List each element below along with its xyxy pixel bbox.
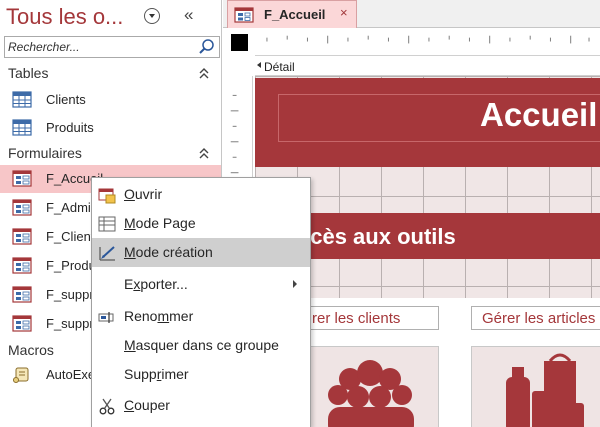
form-icon (12, 315, 32, 332)
form-icon (12, 286, 32, 303)
collapse-pane-icon[interactable]: « (184, 5, 193, 25)
tab-f-accueil[interactable]: F_Accueil × (227, 0, 357, 28)
close-icon[interactable]: × (340, 5, 348, 20)
manage-articles-button[interactable]: Gérer les articles (471, 306, 600, 330)
document-tab-bar: F_Accueil × (223, 0, 600, 28)
nav-item-label: Clients (46, 92, 86, 107)
tab-label: F_Accueil (264, 7, 326, 22)
search-box (4, 36, 220, 58)
section-marker-icon (257, 62, 261, 68)
chevron-down-icon[interactable] (144, 8, 160, 24)
grocery-products-icon (506, 353, 584, 427)
form-icon (12, 199, 32, 216)
nav-item-table-produits[interactable]: Produits (0, 114, 221, 142)
submenu-arrow-icon (293, 280, 297, 288)
menu-item-open[interactable]: Ouvrir (92, 180, 310, 209)
people-group-icon (328, 360, 414, 427)
nav-item-label: F_Produ (46, 258, 96, 273)
menu-item-label: Couper (124, 397, 170, 413)
menu-item-design-view[interactable]: Mode création (92, 238, 310, 267)
articles-image[interactable] (471, 346, 600, 427)
form-selector[interactable] (231, 34, 248, 51)
banner-title[interactable]: Accueil (480, 96, 597, 134)
menu-item-label: Ouvrir (124, 186, 163, 202)
manage-articles-label: Gérer les articles (482, 310, 596, 327)
form-icon (234, 7, 254, 23)
horizontal-ruler (255, 28, 600, 56)
menu-item-export[interactable]: Exporter... (92, 270, 310, 299)
search-input[interactable] (5, 37, 195, 57)
form-icon (12, 228, 32, 245)
manage-clients-label: rer les clients (312, 310, 401, 327)
menu-item-hide-in-group[interactable]: Masquer dans ce groupe (92, 331, 310, 360)
menu-item-rename[interactable]: Renommer (92, 302, 310, 331)
layout-view-icon (98, 216, 116, 232)
manage-clients-button[interactable]: rer les clients (299, 306, 439, 330)
form-icon (12, 257, 32, 274)
rename-icon (98, 312, 114, 323)
menu-item-label: Renommer (124, 308, 194, 324)
open-form-icon (98, 188, 116, 204)
group-label-tables: Tables (8, 65, 49, 81)
section-label: Détail (264, 60, 295, 74)
form-icon (12, 170, 32, 187)
section-banner-title[interactable]: ccès aux outils (298, 224, 456, 250)
menu-item-label: Exporter... (124, 276, 188, 292)
macro-scroll-icon (13, 367, 29, 383)
collapse-group-icon[interactable] (197, 66, 211, 80)
table-icon (12, 91, 32, 108)
design-view-icon (99, 246, 115, 261)
detail-section-bar[interactable]: Détail (255, 56, 600, 76)
group-label-macros: Macros (8, 342, 54, 358)
menu-item-label: Supprimer (124, 366, 189, 382)
group-header-forms[interactable]: Formulaires (0, 143, 221, 165)
scissors-icon (99, 398, 115, 415)
menu-item-label: Mode Page (124, 215, 196, 231)
nav-item-label: Produits (46, 120, 94, 135)
nav-pane-title[interactable]: Tous les o... (6, 4, 123, 30)
context-menu: Ouvrir Mode Page Mode création Exporter.… (91, 177, 311, 427)
clients-image[interactable] (299, 346, 439, 427)
menu-item-label: Masquer dans ce groupe (124, 337, 279, 353)
group-label-forms: Formulaires (8, 145, 82, 161)
table-icon (12, 119, 32, 136)
nav-item-table-clients[interactable]: Clients (0, 86, 221, 114)
search-icon[interactable] (198, 38, 216, 56)
collapse-group-icon[interactable] (197, 146, 211, 160)
menu-item-delete[interactable]: Supprimer (92, 360, 310, 389)
menu-item-layout-view[interactable]: Mode Page (92, 209, 310, 238)
menu-item-cut[interactable]: Couper (92, 391, 310, 420)
menu-item-label: Mode création (124, 244, 213, 260)
nav-item-label: AutoExe (46, 367, 96, 382)
group-header-tables[interactable]: Tables (0, 63, 221, 85)
